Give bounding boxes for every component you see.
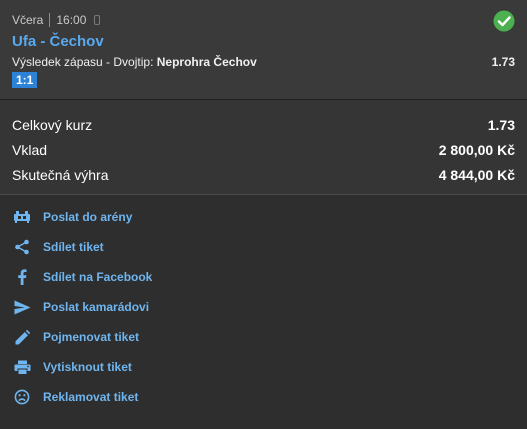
- share-ticket-button[interactable]: Sdílet tiket: [12, 239, 104, 255]
- rename-ticket-button[interactable]: Pojmenovat tiket: [12, 329, 139, 345]
- send-to-arena-label: Poslat do arény: [43, 210, 133, 224]
- rename-ticket-label: Pojmenovat tiket: [43, 330, 140, 344]
- total-odds-value: 1.73: [487, 117, 515, 133]
- stake-value: 2 800,00 Kč: [438, 142, 515, 158]
- share-facebook-button[interactable]: Sdílet na Facebook: [12, 269, 152, 285]
- send-icon: [12, 299, 32, 315]
- bet-row: Výsledek zápasu - Dvojtip: Neprohra Čech…: [12, 55, 515, 69]
- share-icon: [12, 239, 32, 255]
- printer-icon: [12, 359, 32, 375]
- arena-icon: [12, 209, 32, 225]
- win-label: Skutečná výhra: [12, 167, 109, 183]
- ticket-meta: Včera 16:00: [12, 13, 101, 27]
- print-ticket-button[interactable]: Vytisknout tiket: [12, 359, 132, 375]
- sad-face-icon: [12, 389, 32, 405]
- mobile-icon: [94, 15, 101, 25]
- bet-pick: Neprohra Čechov: [156, 55, 257, 69]
- send-to-arena-button[interactable]: Poslat do arény: [12, 209, 132, 225]
- match-title[interactable]: Ufa - Čechov: [12, 33, 104, 50]
- total-odds-row: Celkový kurz 1.73: [12, 117, 515, 133]
- print-ticket-label: Vytisknout tiket: [43, 360, 132, 374]
- meta-divider: [49, 13, 51, 27]
- send-to-friend-button[interactable]: Poslat kamarádovi: [12, 299, 149, 315]
- win-row: Skutečná výhra 4 844,00 Kč: [12, 167, 515, 183]
- ticket-summary: Celkový kurz 1.73 Vklad 2 800,00 Kč Skut…: [0, 100, 527, 195]
- claim-ticket-label: Reklamovat tiket: [43, 390, 139, 404]
- claim-ticket-button[interactable]: Reklamovat tiket: [12, 389, 138, 405]
- win-value: 4 844,00 Kč: [438, 167, 515, 183]
- send-to-friend-label: Poslat kamarádovi: [43, 300, 150, 314]
- bet-market: Výsledek zápasu - Dvojtip:: [12, 55, 154, 69]
- facebook-icon: [12, 269, 32, 285]
- total-odds-label: Celkový kurz: [12, 117, 93, 133]
- share-ticket-label: Sdílet tiket: [43, 240, 104, 254]
- pencil-icon: [12, 329, 32, 345]
- ticket-time: 16:00: [56, 13, 87, 27]
- stake-label: Vklad: [12, 142, 48, 158]
- stake-row: Vklad 2 800,00 Kč: [12, 142, 515, 158]
- share-facebook-label: Sdílet na Facebook: [43, 270, 153, 284]
- score-badge: 1:1: [12, 72, 38, 88]
- bet-odds: 1.73: [491, 55, 515, 69]
- bet-description: Výsledek zápasu - Dvojtip: Neprohra Čech…: [12, 55, 257, 69]
- ticket-header: Včera 16:00 Ufa - Čechov Výsledek zápasu…: [0, 0, 527, 100]
- check-circle-icon: [493, 10, 515, 32]
- ticket-day: Včera: [12, 13, 44, 27]
